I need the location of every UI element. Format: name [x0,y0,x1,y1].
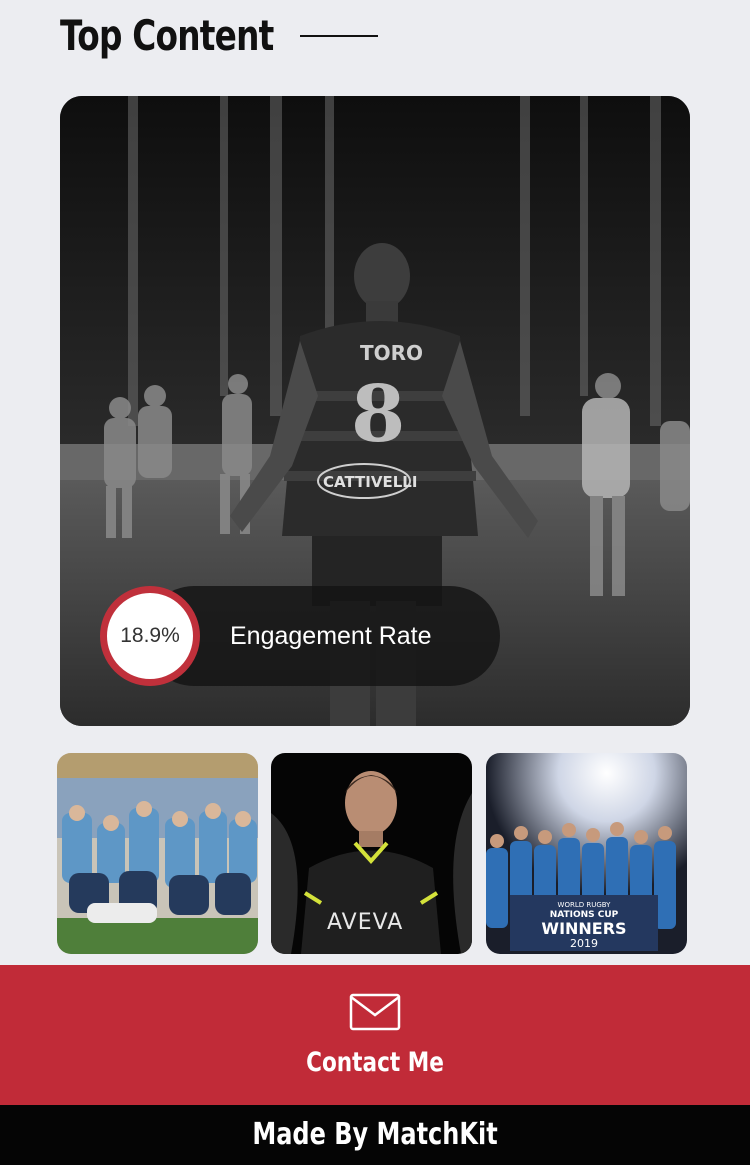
section-title: Top Content [60,11,274,60]
player-portrait-photo: AVEVA [271,753,472,954]
trophy-celebration-photo: WORLD RUGBY NATIONS CUP WINNERS 2019 [486,753,687,954]
svg-text:CATTIVELLI: CATTIVELLI [323,473,417,491]
contact-me-label: Contact Me [306,1047,444,1078]
top-content-hero-card[interactable]: TORO 8 CATTIVELLI 18.9% Engagement Rate [60,96,690,726]
footer-bar: Made By MatchKit [0,1105,750,1165]
svg-text:AVEVA: AVEVA [327,910,403,935]
engagement-rate-badge: 18.9% Engagement Rate [100,586,500,686]
svg-text:TORO: TORO [360,341,423,365]
svg-text:WORLD RUGBY: WORLD RUGBY [558,901,612,909]
svg-text:8: 8 [351,369,405,460]
made-by-matchkit-label: Made By MatchKit [252,1117,498,1152]
contact-me-button[interactable]: Contact Me [0,965,750,1105]
engagement-rate-label: Engagement Rate [230,622,432,650]
svg-text:2019: 2019 [570,937,598,950]
content-thumbnail-2[interactable]: AVEVA [271,753,472,954]
team-celebration-photo [57,753,258,954]
content-thumbnail-3[interactable]: WORLD RUGBY NATIONS CUP WINNERS 2019 [486,753,687,954]
envelope-icon [349,993,401,1031]
engagement-rate-value: 18.9% [100,586,200,686]
content-thumbnail-1[interactable] [57,753,258,954]
title-divider [300,35,378,37]
svg-text:WINNERS: WINNERS [541,919,626,938]
